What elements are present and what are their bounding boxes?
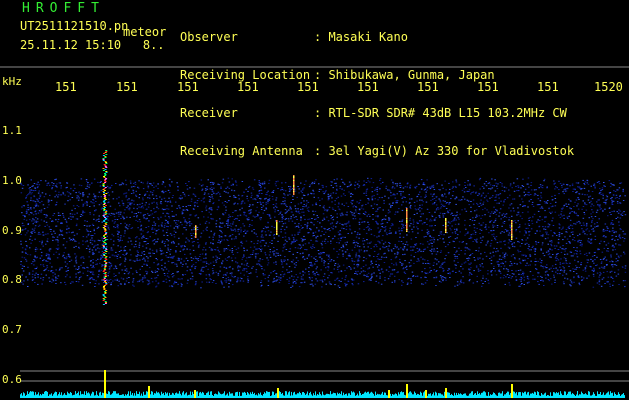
noise-band — [20, 177, 627, 289]
y-tick: 1.0 — [2, 174, 22, 187]
info-row-observer: Observer: Masaki Kano — [180, 30, 408, 44]
x-tick: 151 — [417, 80, 439, 94]
datetime-label: 25.11.12 15:10 8.. — [20, 39, 165, 52]
file-name: UT2511121510.pn — [20, 19, 129, 33]
x-tick: 1520 — [594, 80, 623, 94]
y-tick: 0.6 — [2, 373, 22, 386]
x-tick: 151 — [237, 80, 259, 94]
x-tick: 151 — [177, 80, 199, 94]
amplitude-baseline — [20, 370, 625, 398]
info-row-antenna: Receiving Antenna: 3el Yagi(V) Az 330 fo… — [180, 144, 575, 158]
y-tick: 1.1 — [2, 124, 22, 137]
x-tick: 151 — [297, 80, 319, 94]
y-tick: 0.9 — [2, 224, 22, 237]
x-tick: 151 — [357, 80, 379, 94]
y-tick: 0.8 — [2, 273, 22, 286]
x-tick: 151 — [55, 80, 77, 94]
x-tick: 151 — [116, 80, 138, 94]
datetime-extra: 8.. — [142, 38, 165, 52]
y-tick: 0.7 — [2, 323, 22, 336]
time-axis: kHz 151 151 151 151 151 151 151 151 151 … — [0, 75, 629, 96]
y-unit-label: kHz — [2, 75, 22, 88]
app-brand: HROFFT — [22, 1, 105, 16]
datetime-value: 25.11.12 15:10 — [20, 38, 122, 52]
info-row-receiver: Receiver: RTL-SDR SDR# 43dB L15 103.2MHz… — [180, 106, 567, 120]
x-tick: 151 — [537, 80, 559, 94]
x-tick: 151 — [477, 80, 499, 94]
